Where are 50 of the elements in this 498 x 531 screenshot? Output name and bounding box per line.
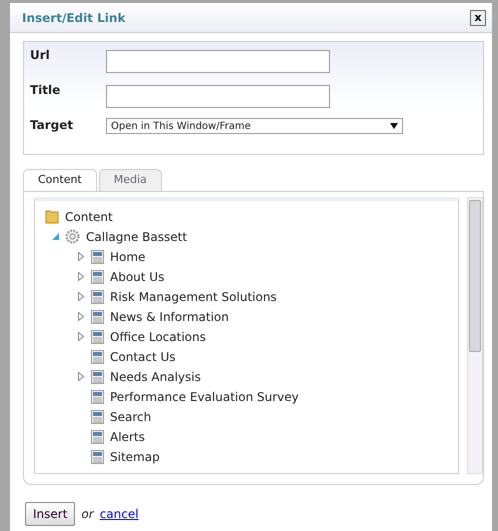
text-field[interactable]: [106, 50, 330, 73]
cancel-link[interactable]: cancel: [100, 504, 139, 522]
page-icon: [91, 430, 104, 444]
tree-item[interactable]: Content: [65, 208, 113, 226]
expand-arrow-icon[interactable]: [78, 332, 84, 341]
page-icon: [91, 350, 104, 364]
expand-arrow-icon[interactable]: [78, 252, 84, 261]
expand-arrow-icon[interactable]: [78, 372, 84, 381]
page-icon: [91, 410, 104, 424]
target-dropdown[interactable]: Open in This Window/Frame: [106, 118, 403, 134]
expand-arrow-icon[interactable]: [78, 292, 84, 301]
tree-item[interactable]: Callagne Bassett: [86, 228, 188, 246]
text-field[interactable]: [106, 85, 330, 108]
page-icon: [91, 290, 104, 304]
gear-icon: [65, 229, 80, 244]
page-icon: [91, 270, 104, 284]
dropdown-value: Open in This Window/Frame: [111, 120, 251, 134]
page-icon: [91, 330, 104, 344]
tree-item[interactable]: Alerts: [110, 428, 145, 446]
close-button[interactable]: x: [470, 10, 486, 26]
page-icon: [91, 250, 104, 264]
field-label: Title: [30, 82, 62, 99]
tree-item[interactable]: Home: [110, 248, 146, 266]
tree-item[interactable]: Performance Evaluation Survey: [110, 388, 299, 406]
expanded-arrow-icon[interactable]: [52, 233, 58, 240]
insert-button[interactable]: Insert: [25, 502, 76, 526]
tree-item[interactable]: Search: [110, 408, 152, 426]
folder-icon: [45, 209, 59, 224]
page-icon: [91, 450, 104, 464]
expand-arrow-icon[interactable]: [78, 272, 84, 281]
scrollbar[interactable]: [467, 196, 483, 474]
page-icon: [91, 370, 104, 384]
tree-item[interactable]: About Us: [110, 268, 164, 286]
tree-item[interactable]: Contact Us: [110, 348, 176, 366]
expand-arrow-icon[interactable]: [78, 312, 84, 321]
tree-item[interactable]: Needs Analysis: [110, 368, 201, 386]
field-label: Target: [30, 117, 74, 134]
or-text: or: [81, 506, 94, 522]
page-icon: [91, 310, 104, 324]
scrollbar-thumb[interactable]: [469, 200, 481, 352]
field-label: Url: [30, 47, 51, 64]
tab[interactable]: Media: [98, 169, 162, 190]
tree-item[interactable]: Sitemap: [110, 448, 160, 466]
tree-item[interactable]: Office Locations: [110, 328, 206, 346]
tree-item[interactable]: News & Information: [110, 308, 229, 326]
tree-item[interactable]: Risk Management Solutions: [110, 288, 277, 306]
tab[interactable]: Content: [23, 169, 97, 190]
window-title: Insert/Edit Link: [22, 10, 126, 26]
dropdown-arrow-icon: [390, 123, 398, 129]
page-icon: [91, 390, 104, 404]
